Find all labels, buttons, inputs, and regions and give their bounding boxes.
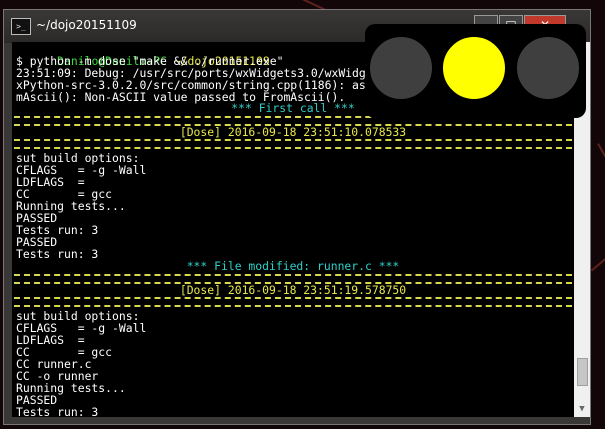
file-modified-banner: *** File modified: runner.c *** — [186, 259, 400, 273]
dose-timestamp: [Dose] 2016-09-18 23:51:19.578750 — [179, 283, 407, 297]
desktop-decoration — [597, 143, 605, 179]
output-line: Tests run: 3 — [16, 405, 99, 417]
traffic-light-right-off — [515, 35, 581, 101]
dose-timestamp: [Dose] 2016-09-18 23:51:10.078533 — [179, 125, 407, 139]
traffic-light-left-off — [368, 35, 434, 101]
output-line: Tests run: 3 — [16, 247, 99, 261]
scroll-down-arrow-icon[interactable]: ▼ — [574, 401, 590, 417]
terminal-icon: >_ — [11, 18, 31, 35]
scroll-thumb[interactable] — [577, 358, 588, 386]
window-title: ~/dojo20151109 — [36, 18, 137, 32]
traffic-light-yellow-on — [441, 35, 507, 101]
separator-rule — [14, 139, 572, 149]
desktop-decoration — [590, 250, 605, 272]
traffic-light-widget — [365, 24, 586, 118]
separator-rule — [14, 297, 572, 307]
